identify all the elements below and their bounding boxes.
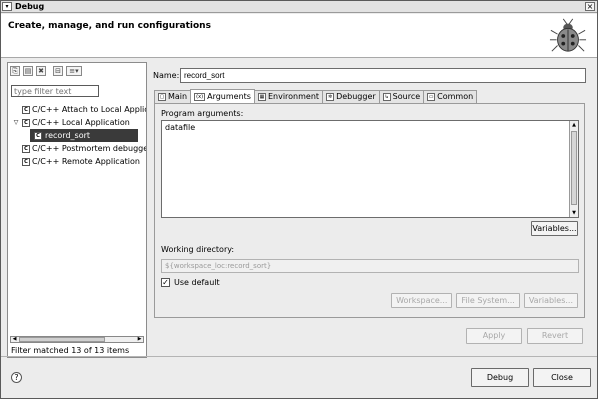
tab-label: Arguments [207, 91, 251, 101]
tab-label: Source [392, 92, 421, 101]
variables-button[interactable]: Variables... [531, 221, 578, 236]
working-dir-variables-button[interactable]: Variables... [523, 293, 578, 308]
close-button[interactable]: Close [533, 368, 591, 387]
c-config-icon: C [22, 145, 30, 153]
help-icon[interactable]: ? [11, 372, 22, 383]
window-title: Debug [15, 2, 45, 11]
scroll-right-icon[interactable]: ▶ [136, 337, 143, 342]
window-menu-icon[interactable]: ▾ [2, 2, 12, 11]
program-arguments-value: datafile [165, 123, 196, 132]
tab-debugger[interactable]: ✲ Debugger [322, 90, 380, 103]
banner-heading: Create, manage, and run configurations [8, 21, 211, 31]
scroll-thumb[interactable] [571, 131, 577, 205]
debugger-tab-icon: ✲ [326, 93, 335, 101]
filter-menu-icon[interactable]: ≡▾ [66, 66, 82, 76]
scroll-up-icon[interactable]: ▲ [570, 121, 578, 129]
tree-item-local-application[interactable]: ▽ C C/C++ Local Application [10, 116, 146, 129]
working-directory-input[interactable]: ${workspace_loc:record_sort} [161, 259, 579, 273]
duplicate-config-icon[interactable]: ▤ [23, 66, 33, 76]
tab-main[interactable]: ▢ Main [154, 90, 192, 103]
delete-config-icon[interactable]: ✖ [36, 66, 46, 76]
arguments-panel: Program arguments: datafile ▲ ▼ Variable… [154, 103, 585, 318]
name-input[interactable] [180, 68, 586, 83]
title-bar: ▾ Debug × [1, 1, 597, 13]
vertical-scrollbar[interactable]: ▲ ▼ [569, 121, 578, 217]
tree-item-label: C/C++ Local Application [32, 118, 130, 127]
tab-label: Main [168, 92, 188, 101]
tab-label: Environment [267, 92, 320, 101]
header-banner: Create, manage, and run configurations [1, 14, 597, 58]
tree-item-postmortem[interactable]: C C/C++ Postmortem debugger [10, 142, 146, 155]
environment-tab-icon: ▦ [257, 93, 266, 101]
tree-item-label: C/C++ Postmortem debugger [32, 144, 146, 153]
c-config-icon: C [22, 106, 30, 114]
c-config-icon: C [34, 132, 42, 140]
tree-item-label: record_sort [45, 131, 91, 140]
tree-item-attach-local[interactable]: C C/C++ Attach to Local Applic [10, 103, 146, 116]
debug-button[interactable]: Debug [471, 368, 529, 387]
window-close-icon[interactable]: × [585, 2, 595, 11]
use-default-checkbox[interactable]: ✓ [161, 278, 170, 287]
program-arguments-label: Program arguments: [161, 109, 244, 118]
main-tab-icon: ▢ [158, 93, 166, 101]
program-arguments-textarea[interactable]: datafile ▲ ▼ [161, 120, 579, 218]
horizontal-scrollbar[interactable]: ◀ ▶ [10, 336, 144, 343]
bug-icon [549, 18, 587, 52]
directory-buttons: Workspace... File System... Variables... [391, 293, 578, 308]
tab-source[interactable]: ↳ Source [378, 90, 425, 103]
tree-item-label: C/C++ Attach to Local Applic [32, 105, 146, 114]
config-tree: C C/C++ Attach to Local Applic ▽ C C/C++… [10, 103, 146, 168]
tab-label: Debugger [336, 92, 376, 101]
debug-dialog: ▾ Debug × Create, manage, and run config… [0, 0, 598, 399]
tab-arguments[interactable]: (x) Arguments [190, 89, 255, 103]
expand-toggle-icon[interactable]: ▽ [12, 116, 20, 129]
tree-item-remote-application[interactable]: C C/C++ Remote Application [10, 155, 146, 168]
revert-button[interactable]: Revert [527, 328, 583, 344]
common-tab-icon: ▭ [427, 93, 436, 101]
tab-environment[interactable]: ▦ Environment [253, 90, 324, 103]
arguments-tab-icon: (x) [194, 92, 206, 101]
tab-common[interactable]: ▭ Common [423, 90, 478, 103]
collapse-all-icon[interactable]: ⊟ [53, 66, 63, 76]
config-tabs: ▢ Main (x) Arguments ▦ Environment ✲ Deb… [154, 89, 478, 103]
tree-item-label: C/C++ Remote Application [32, 157, 140, 166]
tab-label: Common [437, 92, 474, 101]
workspace-button[interactable]: Workspace... [391, 293, 453, 308]
use-default-row[interactable]: ✓ Use default [161, 278, 220, 287]
name-label: Name: [153, 71, 180, 80]
configuration-list-panel: ⎘ ▤ ✖ ⊟ ≡▾ C C/C++ Attach to Local Appli… [7, 62, 147, 358]
config-toolbar: ⎘ ▤ ✖ ⊟ ≡▾ [10, 65, 82, 77]
scroll-thumb[interactable] [19, 337, 105, 342]
working-directory-label: Working directory: [161, 245, 235, 254]
use-default-label: Use default [174, 278, 220, 287]
scroll-down-icon[interactable]: ▼ [570, 209, 578, 217]
apply-button[interactable]: Apply [466, 328, 522, 344]
filter-status: Filter matched 13 of 13 items [11, 346, 130, 355]
source-tab-icon: ↳ [382, 93, 391, 101]
filter-input[interactable] [11, 85, 99, 97]
c-config-icon: C [22, 119, 30, 127]
c-config-icon: C [22, 158, 30, 166]
file-system-button[interactable]: File System... [456, 293, 520, 308]
new-launch-config-icon[interactable]: ⎘ [10, 66, 20, 76]
footer-separator [1, 356, 597, 357]
tree-item-record-sort[interactable]: C record_sort [10, 129, 146, 142]
scroll-left-icon[interactable]: ◀ [11, 337, 18, 342]
